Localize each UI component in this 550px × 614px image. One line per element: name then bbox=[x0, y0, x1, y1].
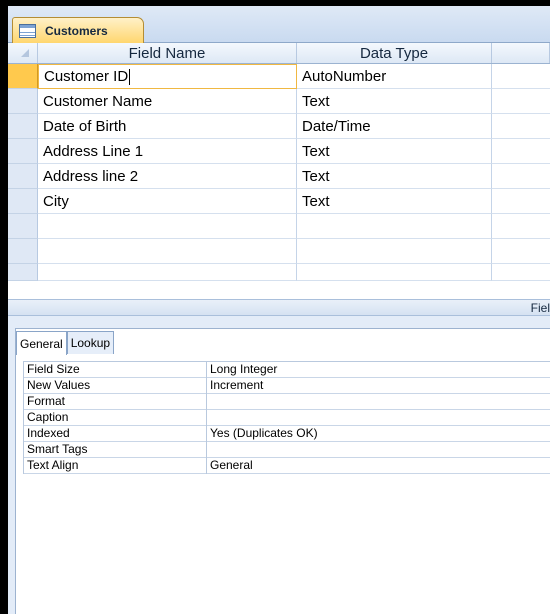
field-design-grid: Field Name Data Type Customer ID AutoNum… bbox=[8, 43, 550, 299]
property-row[interactable]: New Values Increment bbox=[23, 378, 550, 394]
table-row[interactable]: Address Line 1 Text bbox=[8, 139, 550, 164]
data-type-cell[interactable] bbox=[297, 214, 492, 239]
table-row[interactable] bbox=[8, 214, 550, 239]
data-type-cell[interactable] bbox=[297, 239, 492, 264]
select-all-corner[interactable] bbox=[8, 43, 38, 63]
text-cursor bbox=[129, 68, 131, 85]
property-label: New Values bbox=[23, 378, 207, 394]
property-value[interactable]: Increment bbox=[207, 378, 550, 394]
description-cell[interactable] bbox=[492, 189, 550, 214]
description-cell[interactable] bbox=[492, 64, 550, 89]
property-label: Smart Tags bbox=[23, 442, 207, 458]
property-label: Caption bbox=[23, 410, 207, 426]
property-value[interactable] bbox=[207, 442, 550, 458]
table-row[interactable]: Customer Name Text bbox=[8, 89, 550, 114]
data-type-cell[interactable]: Date/Time bbox=[297, 114, 492, 139]
field-name-cell[interactable] bbox=[38, 264, 297, 281]
document-tab-strip: Customers bbox=[8, 6, 550, 44]
row-selector[interactable] bbox=[8, 214, 38, 239]
table-row[interactable]: Customer ID AutoNumber bbox=[8, 64, 550, 89]
property-value[interactable]: Yes (Duplicates OK) bbox=[207, 426, 550, 442]
property-value[interactable]: General bbox=[207, 458, 550, 474]
property-label: Indexed bbox=[23, 426, 207, 442]
description-cell[interactable] bbox=[492, 264, 550, 281]
tab-general[interactable]: General bbox=[16, 331, 67, 355]
row-selector[interactable] bbox=[8, 189, 38, 214]
description-cell[interactable] bbox=[492, 164, 550, 189]
tab-customers-label: Customers bbox=[45, 24, 108, 38]
properties-table: Field Size Long Integer New Values Incre… bbox=[23, 361, 550, 474]
table-row[interactable]: Date of Birth Date/Time bbox=[8, 114, 550, 139]
field-name-cell[interactable]: City bbox=[38, 189, 297, 214]
row-selector[interactable] bbox=[8, 164, 38, 189]
row-selector[interactable] bbox=[8, 114, 38, 139]
property-row[interactable]: Text Align General bbox=[23, 458, 550, 474]
property-row[interactable]: Indexed Yes (Duplicates OK) bbox=[23, 426, 550, 442]
property-value[interactable] bbox=[207, 410, 550, 426]
description-cell[interactable] bbox=[492, 239, 550, 264]
properties-tabs: General Lookup bbox=[16, 331, 115, 355]
tab-lookup[interactable]: Lookup bbox=[66, 331, 115, 354]
description-cell[interactable] bbox=[492, 139, 550, 164]
field-name-cell[interactable]: Customer Name bbox=[38, 89, 297, 114]
tab-customers[interactable]: Customers bbox=[12, 17, 144, 44]
row-selector[interactable] bbox=[8, 64, 38, 89]
corner-triangle-icon bbox=[21, 49, 29, 57]
property-label: Format bbox=[23, 394, 207, 410]
data-type-cell[interactable]: Text bbox=[297, 189, 492, 214]
field-name-cell[interactable]: Address line 2 bbox=[38, 164, 297, 189]
row-selector[interactable] bbox=[8, 89, 38, 114]
table-row[interactable] bbox=[8, 239, 550, 264]
header-description[interactable] bbox=[492, 43, 550, 63]
table-row[interactable] bbox=[8, 264, 550, 281]
description-cell[interactable] bbox=[492, 214, 550, 239]
property-row[interactable]: Field Size Long Integer bbox=[23, 362, 550, 378]
field-name-cell[interactable] bbox=[38, 239, 297, 264]
field-name-cell[interactable]: Customer ID bbox=[38, 64, 297, 89]
property-value[interactable] bbox=[207, 394, 550, 410]
field-properties-label: Fiel bbox=[530, 301, 550, 315]
table-row[interactable]: City Text bbox=[8, 189, 550, 214]
field-name-cell[interactable]: Date of Birth bbox=[38, 114, 297, 139]
property-row[interactable]: Caption bbox=[23, 410, 550, 426]
row-selector[interactable] bbox=[8, 264, 38, 281]
data-type-cell[interactable]: Text bbox=[297, 164, 492, 189]
window-frame-left bbox=[0, 0, 8, 614]
data-type-cell[interactable] bbox=[297, 264, 492, 281]
property-label: Text Align bbox=[23, 458, 207, 474]
row-selector[interactable] bbox=[8, 139, 38, 164]
table-icon bbox=[19, 24, 36, 38]
row-selector[interactable] bbox=[8, 239, 38, 264]
description-cell[interactable] bbox=[492, 114, 550, 139]
field-name-cell[interactable] bbox=[38, 214, 297, 239]
property-row[interactable]: Format bbox=[23, 394, 550, 410]
grid-header-row: Field Name Data Type bbox=[8, 43, 550, 64]
table-row[interactable]: Address line 2 Text bbox=[8, 164, 550, 189]
header-field-name[interactable]: Field Name bbox=[38, 43, 297, 63]
field-name-text: Customer ID bbox=[44, 68, 129, 85]
field-properties-band: Fiel bbox=[8, 299, 550, 316]
header-data-type[interactable]: Data Type bbox=[297, 43, 492, 63]
data-type-cell[interactable]: Text bbox=[297, 139, 492, 164]
data-type-cell[interactable]: Text bbox=[297, 89, 492, 114]
data-type-cell[interactable]: AutoNumber bbox=[297, 64, 492, 89]
field-name-cell[interactable]: Address Line 1 bbox=[38, 139, 297, 164]
field-properties-pane: General Lookup Field Size Long Integer N… bbox=[8, 316, 550, 614]
description-cell[interactable] bbox=[492, 89, 550, 114]
property-value[interactable]: Long Integer bbox=[207, 362, 550, 378]
property-row[interactable]: Smart Tags bbox=[23, 442, 550, 458]
property-label: Field Size bbox=[23, 362, 207, 378]
